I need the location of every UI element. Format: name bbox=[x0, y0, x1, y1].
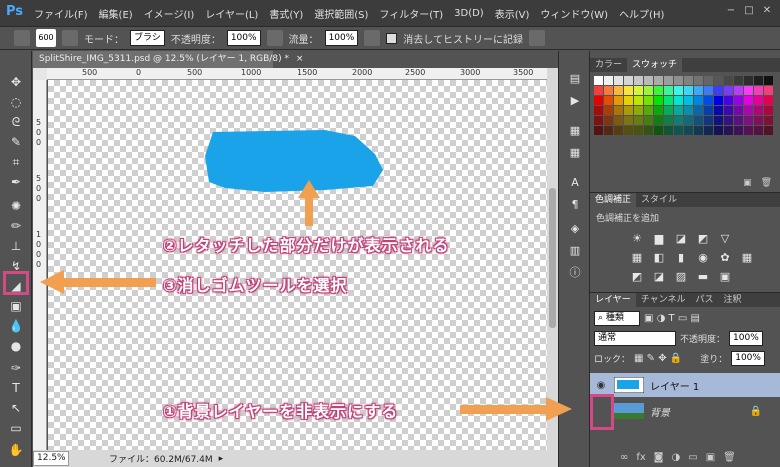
right-arrow-head bbox=[546, 397, 572, 421]
up-arrow-head bbox=[298, 180, 320, 198]
up-arrow bbox=[298, 180, 320, 226]
left-arrow-head bbox=[40, 270, 64, 294]
left-arrow bbox=[40, 270, 156, 294]
right-arrow bbox=[460, 397, 572, 421]
annotation-step3: ③消しゴムツールを選択 bbox=[163, 276, 348, 295]
right-arrow-shaft bbox=[460, 405, 548, 414]
annotation-step2: ②レタッチした部分だけが表示される bbox=[163, 236, 450, 255]
up-arrow-shaft bbox=[305, 196, 313, 226]
left-arrow-shaft bbox=[62, 278, 156, 287]
annotation-step1: ①背景レイヤーを非表示にする bbox=[163, 402, 399, 421]
